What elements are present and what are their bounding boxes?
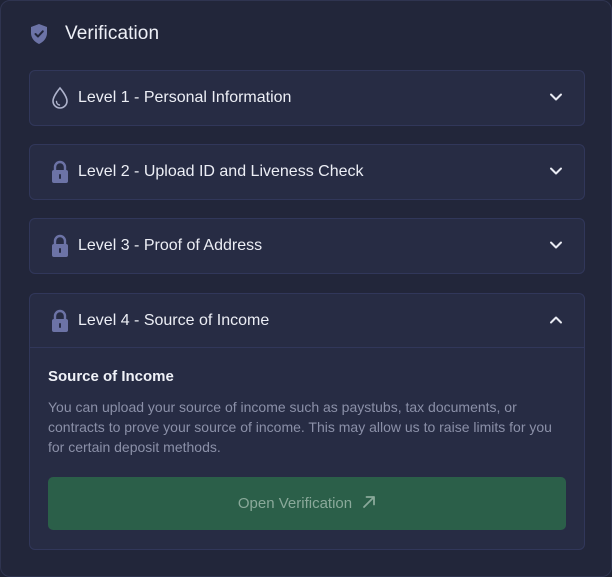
accordion-level-4-header[interactable]: Level 4 - Source of Income [30, 294, 584, 348]
accordion-level-3-header[interactable]: Level 3 - Proof of Address [30, 219, 584, 273]
section-description: You can upload your source of income suc… [48, 399, 552, 455]
accordion-level-3: Level 3 - Proof of Address [29, 218, 585, 274]
accordion-level-4: Level 4 - Source of Income Source of Inc… [29, 293, 585, 550]
accordion-level-3-label: Level 3 - Proof of Address [78, 237, 263, 254]
chevron-down-icon[interactable] [548, 163, 564, 179]
verification-panel: Verification Level 1 - Personal Informat… [0, 0, 612, 577]
accordion-level-2-header[interactable]: Level 2 - Upload ID and Liveness Check [30, 145, 584, 199]
lock-icon [50, 160, 70, 184]
shield-check-icon [29, 23, 49, 45]
open-verification-label: Open Verification [237, 495, 353, 512]
accordion-level-2-label: Level 2 - Upload ID and Liveness Check [78, 163, 364, 180]
panel-header: Verification [29, 23, 159, 45]
accordion-level-1-label: Level 1 - Personal Information [78, 89, 292, 106]
accordion-level-4-body: Source of Income You can upload your sou… [30, 348, 584, 548]
section-title: Source of Income [48, 368, 174, 385]
open-verification-button[interactable]: Open Verification [48, 477, 566, 530]
accordion-level-1-header[interactable]: Level 1 - Personal Information [30, 71, 584, 125]
accordion-level-4-label: Level 4 - Source of Income [78, 311, 270, 329]
accordion-level-2: Level 2 - Upload ID and Liveness Check [29, 144, 585, 200]
page-title: Verification [65, 23, 160, 44]
lock-icon [50, 234, 70, 258]
chevron-down-icon[interactable] [548, 237, 564, 253]
accordion-level-1: Level 1 - Personal Information [29, 70, 585, 126]
lock-icon [50, 309, 70, 333]
arrow-up-right-icon [362, 495, 376, 513]
water-drop-icon [50, 86, 70, 110]
chevron-up-icon[interactable] [548, 312, 564, 328]
chevron-down-icon[interactable] [548, 89, 564, 105]
